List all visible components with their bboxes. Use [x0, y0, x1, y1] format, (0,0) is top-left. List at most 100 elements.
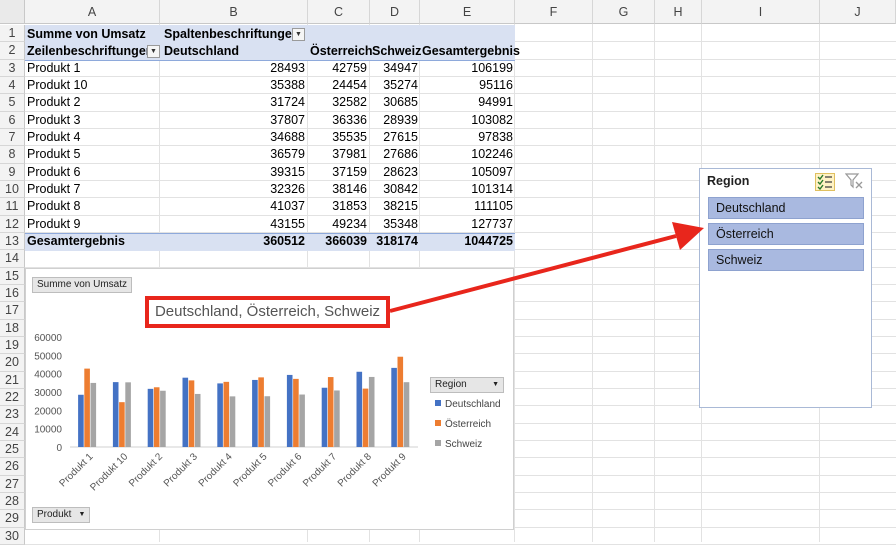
row-header-15[interactable]: 15: [0, 267, 25, 285]
slicer-item-schweiz[interactable]: Schweiz: [708, 249, 864, 271]
y-tick-label: 50000: [34, 351, 62, 362]
row-header-3[interactable]: 3: [0, 59, 25, 77]
row-header-4[interactable]: 4: [0, 76, 25, 95]
pivot-row-value: 102246: [471, 147, 513, 162]
pivot-total-label: Gesamtergebnis: [27, 233, 125, 248]
row-header-17[interactable]: 17: [0, 302, 25, 320]
x-tick-label: Produkt 5: [231, 451, 269, 489]
row-header-23[interactable]: 23: [0, 406, 25, 424]
pivot-row-value: 105097: [471, 164, 513, 179]
row-header-8[interactable]: 8: [0, 146, 25, 164]
column-header-b[interactable]: B: [160, 0, 308, 24]
pivot-row-value: 28939: [383, 112, 418, 127]
x-tick-label: Produkt 2: [127, 451, 165, 489]
row-header-10[interactable]: 10: [0, 180, 25, 199]
pivot-col-header-schweiz: Schweiz: [372, 44, 422, 58]
pivot-row-label: Produkt 5: [27, 147, 81, 162]
pivot-values-field[interactable]: Summe von Umsatz: [27, 26, 146, 43]
row-header-6[interactable]: 6: [0, 111, 25, 129]
multi-select-icon[interactable]: [815, 173, 835, 191]
pivot-row-label: Produkt 1: [27, 60, 81, 75]
column-header-h[interactable]: H: [655, 0, 702, 24]
bar-1-4: [182, 377, 189, 447]
column-header-j[interactable]: J: [820, 0, 896, 24]
row-header-22[interactable]: 22: [0, 388, 25, 407]
row-header-30[interactable]: 30: [0, 527, 25, 545]
clear-filter-icon[interactable]: [844, 173, 865, 191]
row-header-29[interactable]: 29: [0, 510, 25, 528]
x-tick-label: Produkt 10: [88, 451, 130, 493]
select-all-corner[interactable]: [0, 0, 25, 24]
column-header-e[interactable]: E: [420, 0, 515, 24]
pivot-total-value: 1044725: [464, 233, 513, 248]
pivot-row-value: 97838: [478, 129, 513, 144]
row-header-12[interactable]: 12: [0, 215, 25, 233]
pivot-row-value: 101314: [471, 181, 513, 196]
bar-2-9: [362, 388, 369, 447]
bar-1-5: [217, 383, 223, 447]
legend-swatch-3: [435, 440, 441, 446]
bar-1-9: [356, 371, 363, 447]
column-header-c[interactable]: C: [308, 0, 370, 24]
bar-3-10: [403, 382, 410, 447]
row-header-19[interactable]: 19: [0, 336, 25, 355]
slicer-item-oesterreich[interactable]: Österreich: [708, 223, 864, 245]
row-header-25[interactable]: 25: [0, 440, 25, 459]
pivot-row-value: 35348: [383, 216, 418, 231]
column-header-f[interactable]: F: [515, 0, 593, 24]
bar-3-8: [334, 390, 340, 447]
bar-3-1: [90, 382, 97, 447]
pivot-row-value: 27615: [383, 129, 418, 144]
bar-1-2: [112, 382, 119, 447]
pivot-row-value: 28623: [383, 164, 418, 179]
pivot-row-value: 95116: [479, 77, 513, 92]
row-header-1[interactable]: 1: [0, 25, 25, 43]
row-header-11[interactable]: 11: [0, 198, 25, 216]
slicer-title: Region: [707, 174, 750, 188]
column-header-i[interactable]: I: [702, 0, 820, 24]
bar-1-8: [321, 387, 328, 447]
row-header-21[interactable]: 21: [0, 371, 25, 389]
pivot-row-label: Produkt 10: [27, 77, 88, 92]
row-header-18[interactable]: 18: [0, 319, 25, 337]
y-tick-label: 0: [56, 443, 62, 454]
row-header-28[interactable]: 28: [0, 492, 25, 511]
column-labels-filter-button[interactable]: ▼: [292, 28, 305, 41]
pivot-col-header-gesamtergebnis: Gesamtergebnis: [422, 44, 520, 58]
pivot-row-value: 30842: [383, 181, 418, 196]
column-header-g[interactable]: G: [593, 0, 655, 24]
row-header-2[interactable]: 2: [0, 42, 25, 60]
chart-title-box[interactable]: Deutschland, Österreich, Schweiz: [145, 296, 390, 328]
row-header-16[interactable]: 16: [0, 284, 25, 303]
bar-2-3: [153, 387, 160, 447]
pivot-row-label: Produkt 7: [27, 181, 81, 196]
row-header-20[interactable]: 20: [0, 354, 25, 372]
row-header-9[interactable]: 9: [0, 163, 25, 181]
region-slicer[interactable]: Region Deutschland Österreich Schweiz: [699, 168, 872, 408]
pivot-row-value: 38215: [383, 199, 418, 214]
row-labels-filter-button[interactable]: ▼: [147, 45, 160, 58]
row-header-14[interactable]: 14: [0, 250, 25, 268]
row-header-27[interactable]: 27: [0, 475, 25, 493]
bar-3-4: [194, 393, 201, 447]
y-tick-label: 40000: [34, 370, 62, 381]
row-header-24[interactable]: 24: [0, 423, 25, 441]
row-header-13[interactable]: 13: [0, 232, 25, 251]
spreadsheet-grid[interactable]: ABCDEFGHIJ 1 2 3 4 5 6 7 8 9 10 11 12 13 14 15 16 17 18 19…: [0, 0, 896, 545]
row-header-26[interactable]: 26: [0, 458, 25, 476]
pivot-row-labels-header[interactable]: Zeilenbeschriftungen: [27, 43, 153, 60]
row-header-5[interactable]: 5: [0, 94, 25, 112]
slicer-item-deutschland[interactable]: Deutschland: [708, 197, 864, 219]
x-tick-label: Produkt 9: [371, 451, 409, 489]
bar-2-10: [397, 356, 404, 447]
bar-3-9: [368, 376, 375, 447]
column-header-a[interactable]: A: [25, 0, 160, 24]
column-header-d[interactable]: D: [370, 0, 420, 24]
bar-2-2: [119, 402, 125, 447]
row-header-7[interactable]: 7: [0, 128, 25, 147]
y-tick-label: 20000: [34, 406, 62, 417]
pivot-row-label: Produkt 3: [27, 112, 81, 127]
pivot-column-labels-header[interactable]: Spaltenbeschriftungen: [164, 26, 299, 43]
bar-3-7: [299, 394, 305, 447]
bar-2-6: [258, 377, 264, 447]
